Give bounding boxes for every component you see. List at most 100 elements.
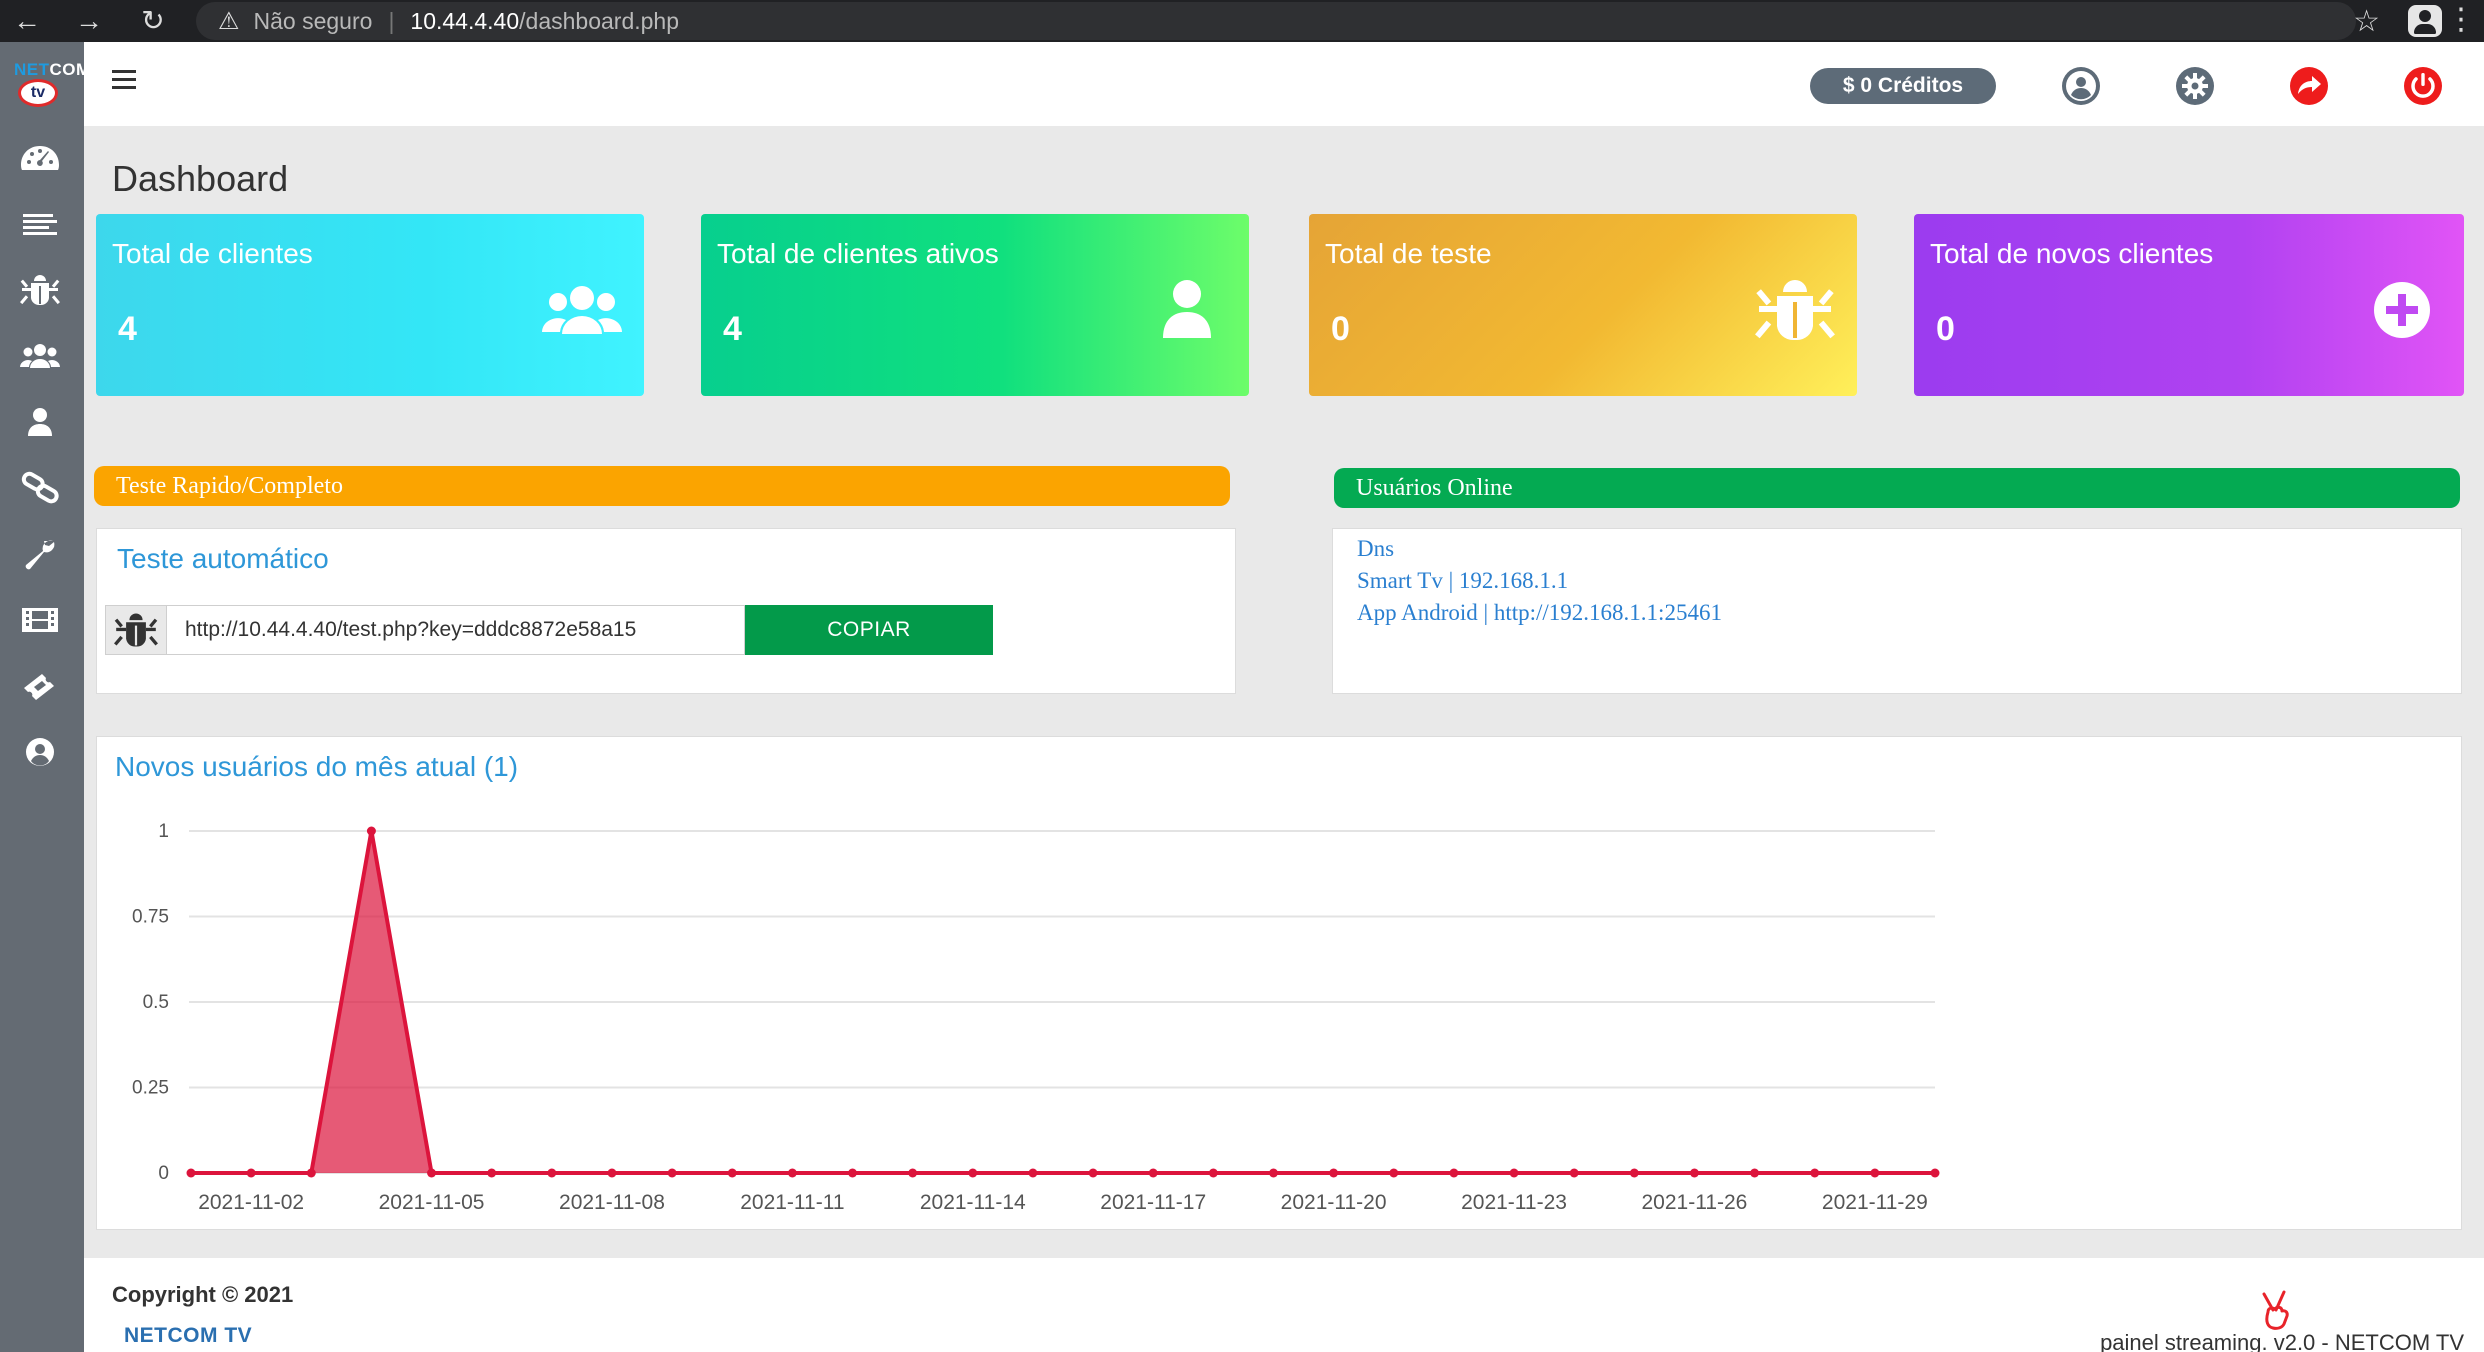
y-tick-label: 1 bbox=[158, 821, 169, 842]
data-point bbox=[1268, 1168, 1278, 1178]
data-point bbox=[908, 1168, 918, 1178]
data-point bbox=[1088, 1168, 1098, 1178]
x-tick-label: 2021-11-05 bbox=[379, 1191, 485, 1214]
netcom-logo[interactable]: NETCOM tv bbox=[0, 60, 90, 110]
data-point bbox=[427, 1168, 437, 1178]
data-point bbox=[787, 1168, 797, 1178]
power-icon[interactable] bbox=[2394, 64, 2452, 108]
data-point bbox=[1509, 1168, 1519, 1178]
data-point bbox=[186, 1168, 196, 1178]
top-header: $ 0 Créditos bbox=[84, 42, 2484, 126]
data-point bbox=[1028, 1168, 1038, 1178]
version-text: painel streaming. v2.0 - NETCOM TV bbox=[2100, 1330, 2464, 1352]
card-total-tests[interactable]: Total de teste 0 bbox=[1309, 214, 1857, 396]
data-point bbox=[487, 1168, 497, 1178]
card-title: Total de clientes ativos bbox=[717, 238, 999, 269]
data-point bbox=[366, 826, 376, 836]
list-icon bbox=[23, 214, 57, 235]
address-bar[interactable]: ⚠ Não seguro | 10.44.4.40 /dashboard.php bbox=[196, 2, 2356, 40]
page-title: Dashboard bbox=[112, 158, 289, 199]
data-point bbox=[547, 1168, 557, 1178]
data-point bbox=[246, 1168, 256, 1178]
users-icon bbox=[20, 344, 60, 368]
online-line-app-android[interactable]: App Android | http://192.168.1.1:25461 bbox=[1357, 597, 1722, 629]
online-line-smart-tv[interactable]: Smart Tv | 192.168.1.1 bbox=[1357, 565, 1722, 597]
data-point bbox=[968, 1168, 978, 1178]
browser-menu-icon[interactable]: ⋮ bbox=[2446, 2, 2476, 37]
x-tick-label: 2021-11-26 bbox=[1642, 1191, 1748, 1214]
gear-icon[interactable] bbox=[2166, 64, 2224, 108]
data-point bbox=[1689, 1168, 1699, 1178]
url-host: 10.44.4.40 bbox=[410, 7, 520, 34]
data-point bbox=[1930, 1168, 1940, 1178]
card-total-clients[interactable]: Total de clientes 4 bbox=[96, 214, 644, 396]
user-icon bbox=[28, 408, 52, 436]
ticket-icon bbox=[24, 674, 54, 700]
film-icon bbox=[22, 608, 58, 632]
card-new-clients[interactable]: Total de novos clientes 0 bbox=[1914, 214, 2464, 396]
logo-text: NETCOM bbox=[14, 60, 91, 79]
copy-button[interactable]: COPIAR bbox=[745, 605, 993, 655]
data-point bbox=[848, 1168, 858, 1178]
back-arrow-icon[interactable]: ← bbox=[10, 4, 44, 38]
sidebar-item-list[interactable] bbox=[16, 204, 64, 244]
x-tick-label: 2021-11-20 bbox=[1281, 1191, 1387, 1214]
sidebar-item-tickets[interactable] bbox=[16, 666, 64, 706]
data-point bbox=[1329, 1168, 1339, 1178]
data-point bbox=[1629, 1168, 1639, 1178]
x-tick-label: 2021-11-02 bbox=[198, 1191, 304, 1214]
x-tick-label: 2021-11-23 bbox=[1461, 1191, 1567, 1214]
auto-test-panel: Teste automático http://10.44.4.40/test.… bbox=[96, 528, 1236, 694]
x-tick-label: 2021-11-11 bbox=[740, 1191, 844, 1214]
plus-circle-icon bbox=[2360, 274, 2444, 346]
address-separator: | bbox=[388, 7, 395, 34]
bookmark-star-icon[interactable]: ☆ bbox=[2353, 4, 2380, 39]
card-value: 0 bbox=[1331, 310, 1350, 348]
credits-badge[interactable]: $ 0 Créditos bbox=[1810, 68, 1996, 104]
data-point bbox=[1449, 1168, 1459, 1178]
user-circle-icon[interactable] bbox=[2052, 64, 2110, 108]
bug-icon bbox=[1753, 274, 1837, 346]
test-url-input[interactable]: http://10.44.4.40/test.php?key=dddc8872e… bbox=[167, 605, 745, 655]
y-tick-label: 0.25 bbox=[132, 1078, 169, 1099]
y-tick-label: 0.5 bbox=[143, 992, 169, 1013]
sidebar-item-tools[interactable] bbox=[16, 534, 64, 574]
browser-profile-icon[interactable] bbox=[2408, 5, 2442, 37]
panel-title: Teste automático bbox=[117, 543, 329, 574]
share-icon[interactable] bbox=[2280, 64, 2338, 108]
chain-icon bbox=[21, 471, 59, 504]
chart-panel: Novos usuários do mês atual (1) 0 0.25 0.5… bbox=[96, 736, 2462, 1230]
x-tick-label: 2021-11-29 bbox=[1822, 1191, 1928, 1214]
new-users-chart: 0 0.25 0.5 0.75 1 2021-11-02 2021-11-05 2021-11… bbox=[132, 821, 1940, 1214]
x-tick-label: 2021-11-17 bbox=[1100, 1191, 1206, 1214]
card-active-clients[interactable]: Total de clientes ativos 4 bbox=[701, 214, 1249, 396]
online-section-banner: Usuários Online bbox=[1334, 468, 2460, 508]
data-point bbox=[607, 1168, 617, 1178]
x-tick-label: 2021-11-08 bbox=[559, 1191, 665, 1214]
test-url-group: http://10.44.4.40/test.php?key=dddc8872e… bbox=[105, 605, 993, 655]
reload-icon[interactable]: ↻ bbox=[136, 4, 170, 38]
sidebar-item-tests[interactable] bbox=[16, 270, 64, 310]
footer-brand-link[interactable]: NETCOM TV bbox=[124, 1324, 252, 1348]
data-point bbox=[1810, 1168, 1820, 1178]
browser-toolbar: ← → ↻ ⚠ Não seguro | 10.44.4.40 /dashboa… bbox=[0, 0, 2484, 42]
warning-icon: ⚠ bbox=[218, 7, 240, 35]
sidebar-item-videos[interactable] bbox=[16, 600, 64, 640]
data-point bbox=[667, 1168, 677, 1178]
sidebar-item-profile[interactable] bbox=[16, 732, 64, 772]
users-icon bbox=[540, 274, 624, 346]
sidebar-item-clients[interactable] bbox=[16, 336, 64, 376]
card-title: Total de clientes bbox=[112, 238, 313, 269]
sidebar-item-links[interactable] bbox=[16, 468, 64, 508]
card-value: 4 bbox=[723, 310, 742, 348]
sidebar-item-user[interactable] bbox=[16, 402, 64, 442]
online-line-dns[interactable]: Dns bbox=[1357, 533, 1722, 565]
forward-arrow-icon[interactable]: → bbox=[72, 4, 106, 38]
y-tick-label: 0 bbox=[158, 1163, 169, 1184]
data-point bbox=[1870, 1168, 1880, 1178]
sidebar-item-dashboard[interactable] bbox=[16, 138, 64, 178]
user-circle-icon bbox=[26, 738, 54, 766]
hamburger-menu-icon[interactable] bbox=[112, 70, 138, 90]
bug-icon bbox=[105, 605, 167, 655]
data-point bbox=[727, 1168, 737, 1178]
